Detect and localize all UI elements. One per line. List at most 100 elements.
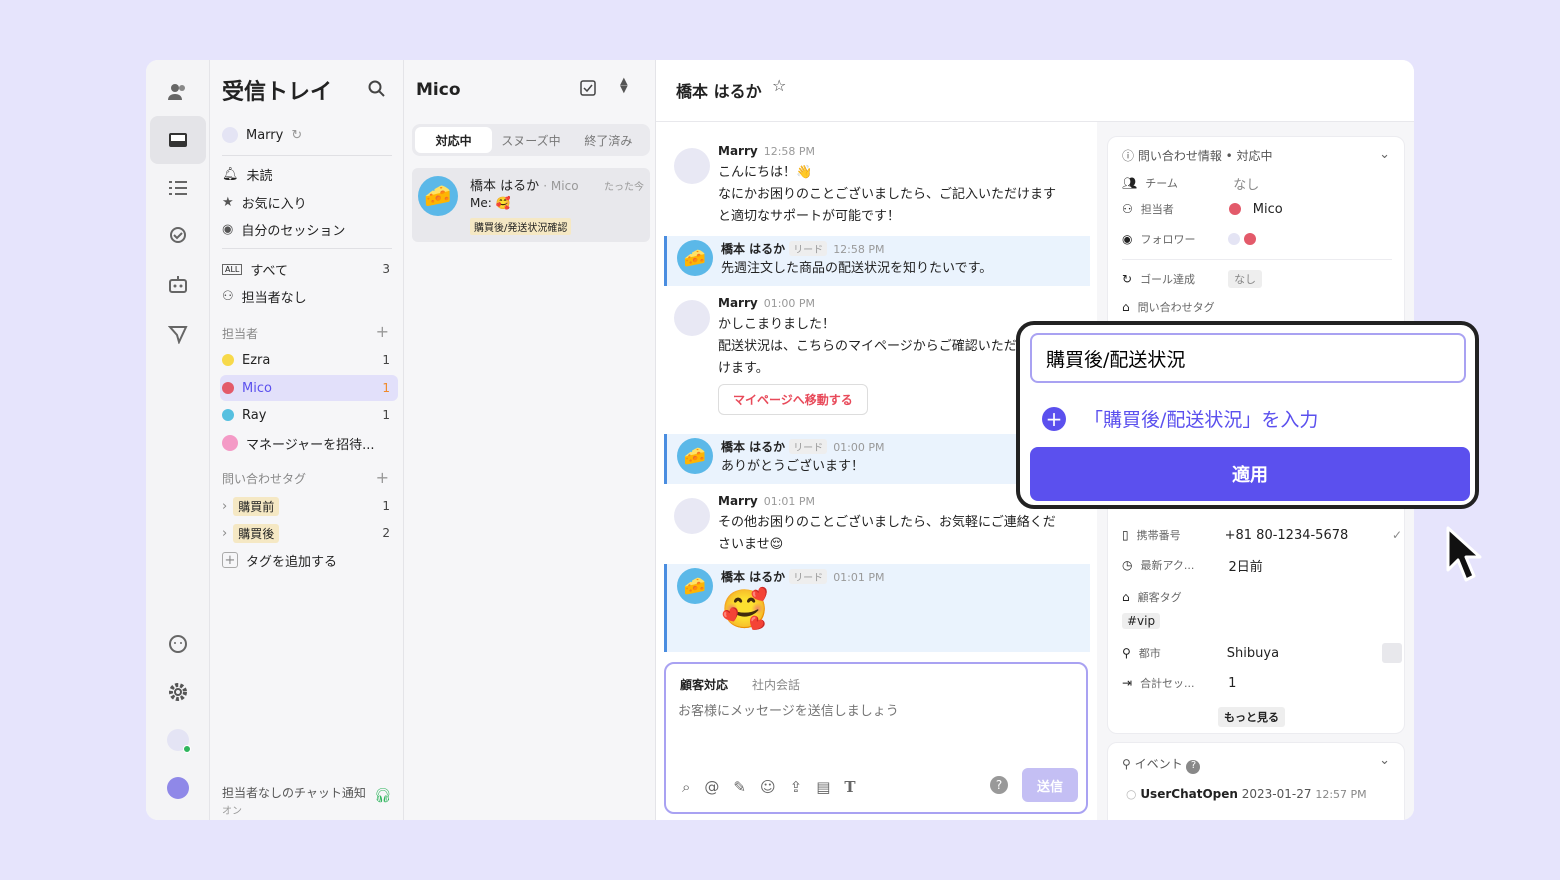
sidebar-item-unread[interactable]: 🔔︎ 未読 — [220, 161, 398, 187]
people-icon[interactable] — [160, 74, 196, 110]
add-tag-button[interactable]: + タグを追加する — [220, 547, 398, 573]
avatar — [222, 354, 234, 366]
list-icon[interactable] — [160, 170, 196, 206]
avatar: 🧀 — [677, 568, 713, 604]
sidebar-item-tag-pre[interactable]: › 購買前 1 — [220, 493, 398, 519]
star-icon[interactable]: ☆ — [772, 76, 786, 95]
send-icon[interactable] — [160, 316, 196, 352]
lead-badge: リード — [789, 439, 828, 454]
plus-circle-icon: + — [1042, 407, 1066, 431]
send-button[interactable]: 送信 — [1022, 768, 1078, 802]
customer-tag-key: 顧客タグ — [1137, 591, 1182, 604]
create-tag-suggestion[interactable]: 「購買後/配送状況」を入力 — [1084, 405, 1318, 432]
template-icon[interactable]: ✎ — [733, 778, 746, 796]
apply-button[interactable]: 適用 — [1030, 447, 1470, 501]
sort-icon[interactable]: ▲ ▼ — [620, 77, 628, 95]
last-activity-value: 2日前 — [1228, 559, 1263, 575]
message-author: 橋本 はるか リード 01:00 PM — [721, 438, 885, 455]
message-text: かしこまりました！ 配送状況は、こちらのマイページからご確認いただけます。 — [718, 317, 1017, 376]
chevron-down-icon[interactable]: ⌄ — [1379, 147, 1390, 162]
author-name: Marry — [718, 144, 758, 158]
message-input[interactable] — [678, 704, 1068, 719]
message-6: 🧀 橋本 はるか リード 01:01 PM 🥰 — [664, 564, 1090, 652]
team-row: 👥︎ チーム なし — [1122, 171, 1402, 195]
tag-input[interactable] — [1030, 333, 1466, 383]
map-icon[interactable] — [1382, 643, 1402, 663]
tab-open[interactable]: 対応中 — [415, 127, 493, 153]
phone-value[interactable]: +81 80-1234-5678 — [1225, 528, 1349, 543]
chevron-down-icon[interactable]: ⌄ — [1379, 753, 1390, 768]
goal-icon[interactable] — [160, 218, 196, 254]
current-user-row[interactable]: Marry ↻ — [220, 122, 398, 148]
vip-tag[interactable]: #vip — [1122, 613, 1161, 629]
mouse-cursor-icon — [1446, 526, 1486, 590]
unassigned-icon: ⚇ — [222, 288, 234, 304]
notify-sub: オン — [222, 806, 242, 817]
event-title-text: イベント — [1134, 757, 1183, 771]
sidebar-item-unassigned[interactable]: ⚇ 担当者なし — [220, 283, 398, 309]
sidebar-item-ray[interactable]: Ray 1 — [220, 402, 398, 428]
clock-icon: ◷ — [1122, 558, 1133, 572]
add-tag-icon[interactable]: + — [376, 468, 389, 487]
gear-icon[interactable] — [160, 674, 196, 710]
tab-snoozed[interactable]: スヌーズ中 — [492, 127, 569, 153]
tab-customer[interactable]: 顧客対応 — [680, 676, 728, 693]
chat-status-icon[interactable] — [160, 626, 196, 662]
sidebar-item-tag-post[interactable]: › 購買後 2 — [220, 520, 398, 546]
text-format-icon[interactable]: T — [844, 778, 855, 796]
team-key: チーム — [1145, 177, 1178, 190]
author-name: 橋本 はるか — [721, 570, 786, 584]
goal-icon: ↻ — [1122, 272, 1133, 286]
sidebar-item-all[interactable]: ALL すべて 3 — [220, 256, 398, 282]
emoji-icon[interactable]: ☺ — [760, 778, 776, 796]
tab-closed[interactable]: 終了済み — [570, 127, 647, 153]
chat-list-item[interactable]: 🧀 橋本 はるか · Mico たった今 Me: 🥰 購買後/発送状況確認 — [412, 168, 650, 242]
composer: 顧客対応 社内会話 ⌕ @ ✎ ☺ ⇪ ▤ T ? 送信 — [664, 662, 1088, 814]
tab-internal[interactable]: 社内会話 — [752, 676, 800, 693]
event-title: ⚲ イベント ? — [1122, 755, 1201, 774]
tag-icon: ⌂ — [1122, 300, 1130, 314]
sidebar-item-mico[interactable]: Mico 1 — [220, 375, 398, 401]
sidebar-item-my-sessions[interactable]: ◉ 自分のセッション — [220, 216, 398, 242]
city-value[interactable]: Shibuya — [1227, 646, 1279, 661]
team-value[interactable]: なし — [1233, 174, 1259, 193]
upload-icon[interactable]: ⇪ — [790, 778, 803, 796]
checkbox-icon[interactable] — [580, 80, 596, 100]
workspace-avatar-icon[interactable] — [160, 770, 196, 806]
event-card: ⚲ イベント ? ⌄ ○ UserChatOpen 2023-01-27 12:… — [1107, 742, 1405, 820]
mention-icon[interactable]: @ — [704, 778, 719, 796]
sidebar-item-ezra[interactable]: Ezra 1 — [220, 347, 398, 373]
chevron-right-icon[interactable]: › — [222, 526, 227, 541]
sidebar-item-invite-manager[interactable]: マネージャーを招待... — [220, 430, 398, 456]
clipboard-icon[interactable]: ▤ — [816, 778, 830, 796]
lead-badge: リード — [789, 569, 828, 584]
headset-icon[interactable]: 🎧︎ — [374, 788, 392, 804]
help-icon[interactable]: ? — [1186, 760, 1201, 774]
sidebar-item-favorites[interactable]: ★ お気に入り — [220, 189, 398, 215]
avatar — [1228, 203, 1241, 215]
search-icon[interactable] — [368, 80, 386, 102]
divider — [1122, 259, 1392, 260]
phone-icon: ▯ — [1122, 528, 1129, 542]
help-icon[interactable]: ? — [990, 776, 1008, 794]
status-toggle-icon[interactable]: ↻ — [291, 128, 302, 143]
message-author: 橋本 はるか リード 12:58 PM — [721, 240, 885, 257]
mypage-button[interactable]: マイページへ移動する — [718, 384, 868, 415]
current-user-name: Marry — [246, 127, 284, 143]
sidebar-item-label: Ezra — [242, 352, 271, 368]
show-more-button[interactable]: もっと見る — [1218, 707, 1285, 727]
inbox-icon[interactable] — [150, 116, 206, 164]
plus-icon: + — [222, 552, 238, 568]
goal-value[interactable]: なし — [1228, 270, 1263, 288]
avatar — [1228, 233, 1241, 245]
attach-icon[interactable]: ⌕ — [682, 778, 690, 796]
assignee-value[interactable]: Mico — [1253, 202, 1283, 217]
city-row: ⚲ 都市 Shibuya — [1122, 641, 1402, 665]
tag-label: 購買後 — [233, 523, 280, 543]
message-time: 01:00 PM — [763, 297, 816, 310]
chevron-right-icon[interactable]: › — [222, 499, 227, 514]
add-assignee-icon[interactable]: + — [376, 322, 389, 341]
sidebar-item-label: マネージャーを招待... — [246, 437, 375, 453]
user-avatar-icon[interactable] — [160, 722, 196, 758]
bot-icon[interactable] — [160, 266, 196, 302]
